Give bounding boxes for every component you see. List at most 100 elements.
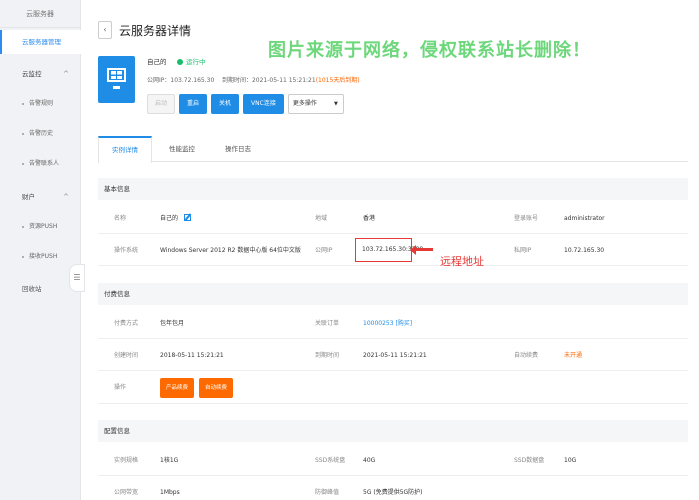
shutdown-button[interactable]: 关机 xyxy=(211,94,240,114)
section-config-header: 配置信息 xyxy=(98,420,688,442)
sidebar-item-resource-push[interactable]: 资源PUSH xyxy=(0,215,81,239)
public-ip-label: 公网IP xyxy=(315,247,333,254)
account-label: 登录账号 xyxy=(514,215,539,222)
sidebar-item-label: 接收PUSH xyxy=(29,253,58,260)
sidebar-group-monitoring[interactable]: 云监控 ^ xyxy=(0,62,81,86)
region-value: 香港 xyxy=(363,215,376,222)
pay-label: 付费方式 xyxy=(114,320,139,327)
expire-label: 到期时间 xyxy=(315,352,340,359)
spec-label: 实例规格 xyxy=(114,457,139,464)
auto-renew-value: 未开通 xyxy=(564,352,583,359)
table-row: 名称 自己的 地域 香港 登录账号 administrator xyxy=(98,203,688,234)
name-text: 自己的 xyxy=(160,215,179,222)
more-actions-label: 更多操作 xyxy=(292,100,317,107)
tab-bar: 实例详情 性能监控 操作日志 xyxy=(98,136,688,163)
order-label: 关联订单 xyxy=(315,320,340,327)
annotation-text: 远程地址 xyxy=(440,255,484,268)
defense-label: 防御峰值 xyxy=(315,489,340,496)
start-button[interactable]: 启动 xyxy=(147,94,176,114)
os-label: 操作系统 xyxy=(114,247,139,254)
sidebar: 云服务器 云服务器管理 云监控 ^ 告警规则 告警历史 告警联系人 财户 ^ 资… xyxy=(0,0,81,500)
sidebar-group-label: 财户 xyxy=(22,193,35,201)
sidebar-item-receive-push[interactable]: 接收PUSH xyxy=(0,245,81,269)
private-ip-label: 私网IP xyxy=(514,247,532,254)
sidebar-item-server-management[interactable]: 云服务器管理 xyxy=(0,30,81,54)
sidebar-item-label: 资源PUSH xyxy=(29,223,58,230)
arrow-left-icon xyxy=(410,244,433,255)
bullet-icon xyxy=(22,225,24,228)
os-value: Windows Server 2012 R2 数据中心版 64位中文版 xyxy=(160,247,301,254)
create-label: 创建时间 xyxy=(114,352,139,359)
bullet-icon xyxy=(22,102,24,105)
public-ip-value: 103.72.165.30 xyxy=(170,77,215,84)
sidebar-item-label: 告警联系人 xyxy=(29,160,60,167)
bullet-icon xyxy=(22,162,24,165)
page-title: 云服务器详情 xyxy=(119,24,192,38)
restart-button[interactable]: 重启 xyxy=(179,94,208,114)
expire-time: 2021-05-11 15:21:21 xyxy=(251,77,316,84)
expire-note: (1015天后到期) xyxy=(315,77,360,84)
server-meta: 公网IP：103.72.165.30 到期时间：2021-05-11 15:21… xyxy=(147,75,360,84)
bullet-icon xyxy=(22,132,24,135)
private-ip-value: 10.72.165.30 xyxy=(564,247,605,254)
tab-instance-details[interactable]: 实例详情 xyxy=(98,136,152,163)
public-ip-label: 公网IP： xyxy=(147,77,171,84)
auto-renew-button[interactable]: 自动续费 xyxy=(199,378,234,398)
edit-icon[interactable] xyxy=(184,214,192,221)
ssd-value: 40G xyxy=(363,457,376,464)
defense-value: 5G (免费提供5G防护) xyxy=(363,489,423,496)
section-billing-header: 付费信息 xyxy=(98,283,688,305)
sidebar-group-account[interactable]: 财户 ^ xyxy=(0,185,81,209)
server-name: 自己的 xyxy=(147,58,167,66)
caret-down-icon: ▼ xyxy=(333,101,338,107)
table-row: 创建时间 2018-05-11 15:21:21 到期时间 2021-05-11… xyxy=(98,340,688,371)
table-row: 操作 产品续费 自动续费 xyxy=(98,372,688,404)
sidebar-item-alert-rules[interactable]: 告警规则 xyxy=(0,92,81,116)
expire-value: 2021-05-11 15:21:21 xyxy=(363,352,427,359)
ops-label: 操作 xyxy=(114,384,127,391)
section-basic-header: 基本信息 xyxy=(98,178,688,200)
bandwidth-label: 公网带宽 xyxy=(114,489,139,496)
account-value: administrator xyxy=(564,215,605,222)
monitor-stand xyxy=(113,86,120,89)
chevron-up-icon: ^ xyxy=(63,70,69,78)
main-content: ‹ 云服务器详情 图片来源于网络，侵权联系站长删除！ 自己的 运行中 公网IP：… xyxy=(88,0,699,500)
windows-logo-icon xyxy=(111,71,122,79)
sidebar-item-label: 告警规则 xyxy=(29,100,54,107)
table-row: 付费方式 包年包月 关联订单 10000253 [购买] xyxy=(98,308,688,339)
region-label: 地域 xyxy=(315,215,328,222)
table-row: 实例规格 1核1G SSD系统盘 40G SSD数据盘 10G xyxy=(98,445,688,476)
bandwidth-value: 1Mbps xyxy=(160,489,180,496)
order-link[interactable]: 10000253 [购买] xyxy=(363,308,412,339)
status-text: 运行中 xyxy=(186,58,206,66)
ssd-data-label: SSD数据盘 xyxy=(514,457,545,464)
watermark-text: 图片来源于网络，侵权联系站长删除！ xyxy=(268,40,591,61)
spec-value: 1核1G xyxy=(160,457,179,464)
tab-operation-log[interactable]: 操作日志 xyxy=(212,136,264,162)
expire-label: 到期时间： xyxy=(221,77,252,84)
pay-value: 包年包月 xyxy=(160,320,185,327)
windows-server-icon xyxy=(98,56,135,103)
chevron-up-icon: ^ xyxy=(63,193,69,201)
sidebar-collapse-icon[interactable]: ☰ xyxy=(69,264,85,292)
tab-performance[interactable]: 性能监控 xyxy=(156,136,208,162)
name-label: 名称 xyxy=(114,215,127,222)
ssd-label: SSD系统盘 xyxy=(315,457,346,464)
sidebar-group-label: 云监控 xyxy=(22,70,42,78)
sidebar-item-alert-history[interactable]: 告警历史 xyxy=(0,122,81,146)
create-value: 2018-05-11 15:21:21 xyxy=(160,352,224,359)
sidebar-item-alert-contacts[interactable]: 告警联系人 xyxy=(0,152,81,176)
auto-renew-label: 自动续费 xyxy=(514,352,539,359)
more-actions-select[interactable]: 更多操作 ▼ xyxy=(287,94,344,114)
back-button[interactable]: ‹ xyxy=(98,21,112,39)
vnc-button[interactable]: VNC连接 xyxy=(243,94,284,114)
sidebar-item-label: 告警历史 xyxy=(29,130,54,137)
renew-button[interactable]: 产品续费 xyxy=(160,378,195,398)
app-root: 云服务器 云服务器管理 云监控 ^ 告警规则 告警历史 告警联系人 财户 ^ 资… xyxy=(0,0,699,500)
ssd-data-value: 10G xyxy=(564,457,577,464)
public-ip-highlight: 103.72.165.30:3389 xyxy=(355,238,423,262)
sidebar-title: 云服务器 xyxy=(0,0,80,28)
status-badge: 运行中 xyxy=(177,56,206,66)
name-value: 自己的 xyxy=(160,203,192,234)
action-bar: 启动 重启 关机 VNC连接 更多操作 ▼ xyxy=(147,94,344,114)
